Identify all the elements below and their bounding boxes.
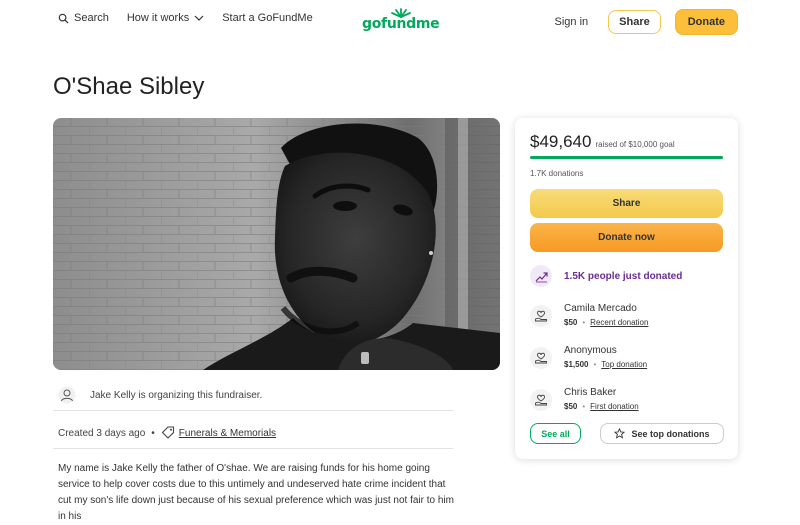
star-icon: [614, 428, 626, 439]
created-date: Created 3 days ago: [58, 427, 146, 439]
progress-bar: [530, 156, 723, 159]
search-icon: [58, 13, 69, 24]
donor-amount: $50: [564, 318, 578, 327]
user-icon: [58, 386, 76, 404]
category-link[interactable]: Funerals & Memorials: [179, 428, 276, 439]
donor-detail: $1,500 • Top donation: [564, 360, 647, 369]
nav-left: Search How it works Start a GoFundMe: [58, 12, 313, 24]
campaign-photo[interactable]: [53, 118, 500, 370]
trending-icon: [530, 265, 552, 287]
progress-fill: [530, 156, 723, 159]
search-label: Search: [74, 12, 109, 24]
share-button[interactable]: Share: [530, 189, 723, 218]
recent-donations-banner: 1.5K people just donated: [530, 265, 682, 287]
donations-count: 1.7K donations: [530, 169, 584, 178]
donor-name: Camila Mercado: [564, 303, 637, 314]
donation-heart-icon: [530, 305, 552, 327]
donor-amount: $50: [564, 402, 578, 411]
donor-item: Anonymous $1,500 • Top donation: [530, 345, 647, 369]
start-gofundme-link[interactable]: Start a GoFundMe: [222, 12, 313, 24]
search-link[interactable]: Search: [58, 12, 109, 24]
donor-amount: $1,500: [564, 360, 589, 369]
donor-kind-link[interactable]: First donation: [590, 402, 638, 411]
donor-separator: •: [582, 402, 586, 411]
nav-right: Sign in Share Donate: [549, 9, 738, 35]
amount-line: $49,640 raised of $10,000 goal: [530, 132, 675, 152]
see-top-donations-button[interactable]: See top donations: [600, 423, 724, 444]
meta-row: Created 3 days ago • Funerals & Memorial…: [53, 418, 453, 449]
donor-detail: $50 • Recent donation: [564, 318, 648, 327]
recent-donations-text: 1.5K people just donated: [564, 270, 683, 282]
see-all-button[interactable]: See all: [530, 423, 581, 444]
site-header: Search How it works Start a GoFundMe gof…: [0, 0, 800, 40]
gofundme-logo[interactable]: gofundme: [362, 8, 440, 34]
donation-card: $49,640 raised of $10,000 goal 1.7K dona…: [515, 118, 738, 459]
donor-item: Chris Baker $50 • First donation: [530, 387, 639, 411]
donate-now-button[interactable]: Donate now: [530, 223, 723, 252]
how-it-works-menu[interactable]: How it works: [127, 12, 204, 24]
organizer-row[interactable]: Jake Kelly is organizing this fundraiser…: [53, 380, 453, 411]
page-title: O'Shae Sibley: [53, 73, 205, 100]
chevron-down-icon: [194, 15, 204, 21]
goal-text: raised of $10,000 goal: [595, 140, 675, 149]
how-it-works-label: How it works: [126, 12, 190, 24]
header-share-button[interactable]: Share: [608, 10, 661, 34]
donation-heart-icon: [530, 347, 552, 369]
logo-text: gofundme: [362, 16, 440, 32]
donor-detail: $50 • First donation: [564, 402, 639, 411]
donor-kind-link[interactable]: Recent donation: [590, 318, 648, 327]
donor-separator: •: [582, 318, 586, 327]
donor-item: Camila Mercado $50 • Recent donation: [530, 303, 648, 327]
see-top-donations-label: See top donations: [631, 428, 710, 439]
tag-icon: [161, 426, 174, 439]
meta-separator: •: [151, 427, 155, 439]
donor-separator: •: [593, 360, 597, 369]
donor-name: Chris Baker: [564, 387, 617, 398]
story-text: My name is Jake Kelly the father of O'sh…: [58, 463, 454, 522]
header-donate-button[interactable]: Donate: [674, 9, 738, 35]
donor-name: Anonymous: [564, 345, 617, 356]
amount-raised: $49,640: [530, 132, 592, 151]
start-gofundme-label: Start a GoFundMe: [222, 12, 313, 24]
organizer-text: Jake Kelly is organizing this fundraiser…: [90, 389, 263, 401]
donation-heart-icon: [530, 389, 552, 411]
signin-link[interactable]: Sign in: [549, 16, 595, 28]
donor-kind-link[interactable]: Top donation: [601, 360, 647, 369]
